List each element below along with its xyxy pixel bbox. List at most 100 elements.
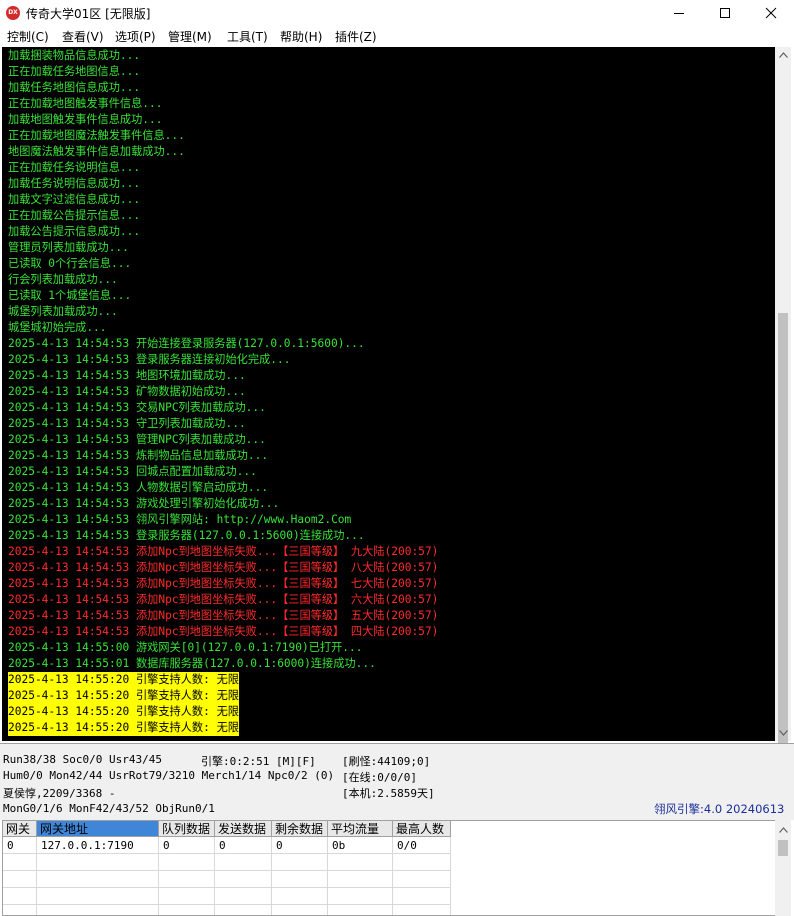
log-line: 2025-4-13 14:54:53 交易NPC列表加载成功... bbox=[8, 401, 266, 414]
log-line: 2025-4-13 14:55:20 引擎支持人数: 无限 bbox=[8, 720, 239, 736]
log-line: 2025-4-13 14:54:53 添加Npc到地图坐标失败...【三国等级】… bbox=[8, 545, 439, 558]
table-cell bbox=[272, 888, 328, 905]
table-cell bbox=[37, 854, 159, 871]
menu-plugins[interactable]: 插件(Z) bbox=[335, 28, 377, 45]
menu-control[interactable]: 控制(C) bbox=[7, 28, 49, 45]
log-line: 加载捆装物品信息成功... bbox=[8, 49, 141, 62]
table-cell bbox=[3, 888, 37, 905]
log-scrollbar[interactable] bbox=[775, 47, 791, 763]
table-cell bbox=[159, 854, 215, 871]
table-cell bbox=[37, 905, 159, 915]
column-header[interactable]: 发送数据 bbox=[215, 821, 272, 837]
scroll-thumb[interactable] bbox=[778, 313, 788, 763]
chevron-up-icon bbox=[778, 52, 788, 58]
column-header[interactable]: 剩余数据 bbox=[272, 821, 328, 837]
log-line: 加载任务说明信息成功... bbox=[8, 177, 141, 190]
close-button[interactable] bbox=[748, 0, 794, 26]
table-cell: 127.0.0.1:7190 bbox=[37, 837, 159, 854]
log-line: 正在加载公告提示信息... bbox=[8, 209, 141, 222]
table-cell: 0/0 bbox=[393, 837, 451, 854]
table-cell bbox=[328, 871, 393, 888]
online-stats: [在线:0/0/0] bbox=[342, 771, 417, 784]
log-line: 2025-4-13 14:54:53 添加Npc到地图坐标失败...【三国等级】… bbox=[8, 609, 439, 622]
mon-stats: MonG0/1/6 MonF42/43/52 ObjRun0/1 bbox=[3, 802, 215, 815]
column-header[interactable]: 平均流量 bbox=[328, 821, 393, 837]
engine-version: 翎风引擎:4.0 20240613 bbox=[654, 802, 785, 816]
menu-view[interactable]: 查看(V) bbox=[62, 28, 104, 45]
table-cell bbox=[272, 871, 328, 888]
log-line: 2025-4-13 14:54:53 翎风引擎网站: http://www.Ha… bbox=[8, 513, 352, 526]
table-cell bbox=[159, 871, 215, 888]
log-line: 2025-4-13 14:55:20 引擎支持人数: 无限 bbox=[8, 704, 239, 720]
table-cell bbox=[215, 854, 272, 871]
table-scroll-up-button[interactable] bbox=[775, 822, 791, 838]
menu-manage[interactable]: 管理(M) bbox=[168, 28, 212, 45]
column-header[interactable]: 最高人数 bbox=[393, 821, 451, 837]
log-line: 2025-4-13 14:55:00 游戏网关[0](127.0.0.1:719… bbox=[8, 641, 363, 654]
table-cell: 0 bbox=[159, 837, 215, 854]
table-cell bbox=[159, 888, 215, 905]
close-icon bbox=[765, 7, 777, 19]
log-line: 加载文字过滤信息成功... bbox=[8, 193, 141, 206]
hum-stats: Hum0/0 Mon42/44 UsrRot79/3210 Merch1/14 … bbox=[3, 769, 335, 782]
table-cell bbox=[3, 871, 37, 888]
menu-help[interactable]: 帮助(H) bbox=[280, 28, 322, 45]
scroll-up-button[interactable] bbox=[775, 47, 791, 63]
log-line: 2025-4-13 14:54:53 添加Npc到地图坐标失败...【三国等级】… bbox=[8, 561, 439, 574]
table-cell bbox=[272, 905, 328, 915]
minimize-button[interactable] bbox=[656, 0, 702, 26]
table-scroll-thumb[interactable] bbox=[778, 840, 788, 856]
status-panel: Run38/38 Soc0/0 Usr43/45 引擎:0:2:51 [M][F… bbox=[0, 743, 794, 820]
log-line: 城堡城初始完成... bbox=[8, 321, 107, 334]
log-line: 2025-4-13 14:54:53 登录服务器连接初始化完成... bbox=[8, 353, 291, 366]
table-cell bbox=[37, 871, 159, 888]
log-line: 正在加载任务说明信息... bbox=[8, 161, 141, 174]
local-uptime: [本机:2.5859天] bbox=[342, 787, 435, 800]
log-line: 2025-4-13 14:54:53 炼制物品信息加载成功... bbox=[8, 449, 269, 462]
log-line: 2025-4-13 14:54:53 添加Npc到地图坐标失败...【三国等级】… bbox=[8, 577, 439, 590]
table-cell bbox=[159, 905, 215, 915]
log-line: 加载公告提示信息成功... bbox=[8, 225, 141, 238]
scroll-down-button[interactable] bbox=[775, 725, 791, 741]
log-line: 管理员列表加载成功... bbox=[8, 241, 129, 254]
menu-options[interactable]: 选项(P) bbox=[115, 28, 156, 45]
log-line: 城堡列表加载成功... bbox=[8, 305, 118, 318]
table-cell bbox=[272, 854, 328, 871]
log-line: 2025-4-13 14:54:53 守卫列表加载成功... bbox=[8, 417, 246, 430]
log-line: 加载任务地图信息成功... bbox=[8, 81, 141, 94]
table-cell bbox=[215, 888, 272, 905]
menu-tools[interactable]: 工具(T) bbox=[227, 28, 268, 45]
table-cell bbox=[393, 888, 451, 905]
chevron-up-icon bbox=[778, 827, 788, 833]
log-line: 2025-4-13 14:54:53 地图环境加载成功... bbox=[8, 369, 246, 382]
table-cell bbox=[328, 888, 393, 905]
chevron-down-icon bbox=[778, 730, 788, 736]
app-icon: DX bbox=[6, 6, 20, 20]
log-line: 已读取 1个城堡信息... bbox=[8, 289, 132, 302]
log-line: 2025-4-13 14:54:53 开始连接登录服务器(127.0.0.1:5… bbox=[8, 337, 365, 350]
gateway-table: 网关 网关地址 队列数据 发送数据 剩余数据 平均流量 最高人数 0 127.0.0.1:719… bbox=[2, 820, 777, 916]
log-line: 2025-4-13 14:54:53 矿物数据初始成功... bbox=[8, 385, 246, 398]
log-line: 正在加载地图触发事件信息... bbox=[8, 97, 163, 110]
log-line: 加载地图触发事件信息成功... bbox=[8, 113, 163, 126]
table-cell bbox=[393, 905, 451, 915]
column-header[interactable]: 队列数据 bbox=[159, 821, 215, 837]
maximize-icon bbox=[720, 8, 730, 18]
column-header[interactable]: 网关 bbox=[3, 821, 37, 837]
log-line: 2025-4-13 14:55:20 引擎支持人数: 无限 bbox=[8, 672, 239, 688]
log-console[interactable]: 加载捆装物品信息成功... 正在加载任务地图信息... 加载任务地图信息成功... 正… bbox=[2, 47, 775, 741]
table-cell bbox=[328, 854, 393, 871]
table-cell bbox=[3, 905, 37, 915]
table-cell: 0b bbox=[328, 837, 393, 854]
maximize-button[interactable] bbox=[702, 0, 748, 26]
log-line: 2025-4-13 14:54:53 人物数据引擎启动成功... bbox=[8, 481, 269, 494]
table-cell bbox=[393, 871, 451, 888]
table-cell bbox=[215, 905, 272, 915]
table-cell bbox=[328, 905, 393, 915]
gateway-table-scrollbar[interactable] bbox=[775, 820, 791, 916]
engine-time: 引擎:0:2:51 [M][F] bbox=[201, 755, 316, 768]
log-line: 2025-4-13 14:54:53 游戏处理引擎初始化成功... bbox=[8, 497, 280, 510]
column-header[interactable]: 网关地址 bbox=[37, 821, 159, 837]
log-line: 已读取 0个行会信息... bbox=[8, 257, 132, 270]
log-line: 行会列表加载成功... bbox=[8, 273, 118, 286]
